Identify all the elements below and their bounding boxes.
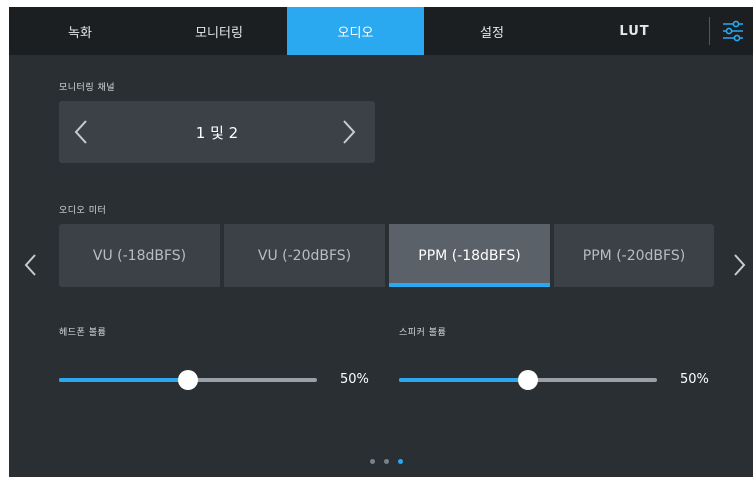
meter-option-label: PPM (-18dBFS) bbox=[418, 247, 521, 264]
meter-option-ppm-20[interactable]: PPM (-20dBFS) bbox=[554, 224, 714, 287]
monitor-channel-label: 모니터링 채널 bbox=[59, 83, 116, 93]
monitor-channel-selector: 1 및 2 bbox=[59, 101, 375, 163]
tab-monitoring[interactable]: 모니터링 bbox=[151, 7, 287, 55]
tab-audio[interactable]: 오디오 bbox=[287, 7, 424, 55]
tab-record[interactable]: 녹화 bbox=[9, 7, 151, 55]
meter-option-label: PPM (-20dBFS) bbox=[582, 247, 686, 264]
tab-setup[interactable]: 설정 bbox=[424, 7, 560, 55]
tab-setup-label: 설정 bbox=[480, 25, 504, 41]
chevron-left-icon bbox=[24, 254, 36, 276]
page-dot bbox=[398, 459, 403, 464]
speaker-volume-fill bbox=[399, 378, 528, 382]
meter-next-button[interactable] bbox=[733, 253, 747, 281]
chevron-right-icon bbox=[343, 120, 356, 144]
monitor-channel-value: 1 및 2 bbox=[195, 123, 239, 142]
meter-option-vu-20[interactable]: VU (-20dBFS) bbox=[224, 224, 385, 287]
sliders-icon[interactable] bbox=[721, 19, 745, 43]
speaker-volume-value: 50% bbox=[680, 372, 709, 387]
tab-record-label: 녹화 bbox=[68, 25, 92, 41]
chevron-left-icon bbox=[74, 120, 87, 144]
page-dot bbox=[384, 459, 389, 464]
camera-screen: 녹화 모니터링 오디오 설정 LUT 모니터링 채널 1 및 2 오디오 미터 … bbox=[9, 7, 753, 477]
tab-monitoring-label: 모니터링 bbox=[195, 25, 243, 41]
tab-audio-label: 오디오 bbox=[337, 25, 374, 41]
meter-option-vu-18[interactable]: VU (-18dBFS) bbox=[59, 224, 220, 287]
speaker-volume-label: 스피커 볼륨 bbox=[399, 328, 447, 338]
page-dot bbox=[370, 459, 375, 464]
speaker-volume-knob[interactable] bbox=[518, 370, 538, 390]
meter-prev-button[interactable] bbox=[23, 253, 37, 281]
tab-divider bbox=[709, 17, 710, 45]
meter-option-label: VU (-18dBFS) bbox=[92, 247, 187, 264]
tab-bar: 녹화 모니터링 오디오 설정 LUT bbox=[9, 7, 753, 55]
audio-meter-label: 오디오 미터 bbox=[59, 206, 107, 216]
headphone-volume-knob[interactable] bbox=[178, 370, 198, 390]
channel-prev-button[interactable] bbox=[73, 119, 89, 149]
channel-next-button[interactable] bbox=[341, 119, 357, 149]
headphone-volume-label: 헤드폰 볼륨 bbox=[59, 328, 107, 338]
headphone-volume-value: 50% bbox=[340, 372, 369, 387]
headphone-volume-fill bbox=[59, 378, 188, 382]
tab-lut-label: LUT bbox=[619, 23, 650, 39]
meter-option-label: VU (-20dBFS) bbox=[257, 247, 352, 264]
meter-option-ppm-18[interactable]: PPM (-18dBFS) bbox=[389, 224, 550, 287]
chevron-right-icon bbox=[734, 254, 746, 276]
selected-meter-indicator bbox=[389, 283, 550, 287]
tab-lut[interactable]: LUT bbox=[560, 7, 709, 55]
